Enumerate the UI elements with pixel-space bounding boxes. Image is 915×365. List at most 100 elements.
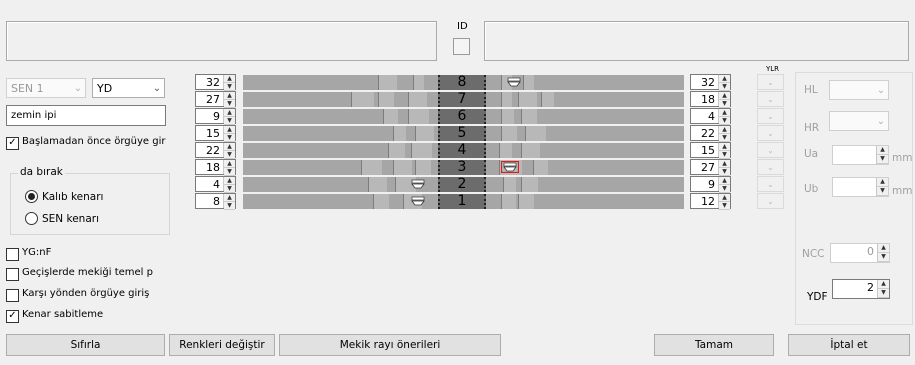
row-left-spin-buttons[interactable]: ▲▼: [223, 109, 235, 123]
row-right-spin-buttons[interactable]: ▲▼: [718, 92, 730, 106]
track-segment: [501, 92, 512, 107]
row-right-spin-buttons[interactable]: ▲▼: [718, 143, 730, 157]
track-row[interactable]: 3: [243, 160, 684, 175]
ylr-select[interactable]: ⌄: [757, 159, 784, 175]
tamam-button[interactable]: Tamam: [654, 334, 774, 356]
check-kenar-row[interactable]: ✓ Kenar sabitleme: [6, 309, 103, 323]
name-input[interactable]: zemin ipi: [6, 105, 166, 126]
row-right-spinner[interactable]: 32▲▼: [690, 74, 731, 90]
row-left-spinner[interactable]: 4▲▼: [195, 176, 236, 192]
row-left-spin-buttons[interactable]: ▲▼: [223, 160, 235, 174]
sifirla-button[interactable]: Sıfırla: [6, 334, 165, 356]
row-right-spinner[interactable]: 4▲▼: [690, 108, 731, 124]
ydf-spin-buttons[interactable]: ▲▼: [877, 280, 889, 298]
track-row[interactable]: 6: [243, 109, 684, 124]
carrier-marker-icon[interactable]: [409, 178, 427, 190]
hr-select[interactable]: ⌄: [829, 111, 889, 131]
ylr-select[interactable]: ⌄: [757, 74, 784, 90]
row-right-spin-buttons[interactable]: ▲▼: [718, 126, 730, 140]
radio-kalip-dot[interactable]: [25, 190, 38, 203]
ydf-spinner[interactable]: 2▲▼: [832, 279, 890, 299]
row-right-spin-buttons[interactable]: ▲▼: [718, 160, 730, 174]
check-gecis-box[interactable]: [6, 268, 19, 281]
ua-spin-buttons[interactable]: ▲▼: [876, 146, 888, 164]
ub-spin-buttons[interactable]: ▲▼: [876, 178, 888, 196]
row-left-spinner[interactable]: 22▲▼: [195, 142, 236, 158]
row-left-spin-buttons[interactable]: ▲▼: [223, 177, 235, 191]
row-right-spinner[interactable]: 27▲▼: [690, 159, 731, 175]
row-right-spinner[interactable]: 12▲▼: [690, 193, 731, 209]
check-gecis-row[interactable]: Geçişlerde mekiği temel p: [6, 267, 170, 281]
row-left-value: 22: [196, 143, 223, 157]
id-box[interactable]: [453, 38, 470, 55]
row-right-spinner[interactable]: 9▲▼: [690, 176, 731, 192]
iptal-button[interactable]: İptal et: [788, 334, 910, 356]
check-karsi-row[interactable]: Karşı yönden örgüye giriş: [6, 288, 170, 302]
ylr-select[interactable]: ⌄: [757, 193, 784, 209]
row-left-spinner[interactable]: 15▲▼: [195, 125, 236, 141]
track-row[interactable]: 2: [243, 177, 684, 192]
track-segment: [378, 75, 397, 90]
ylr-select[interactable]: ⌄: [757, 176, 784, 192]
track-row[interactable]: 1: [243, 194, 684, 209]
sen-select[interactable]: SEN 1 ⌄: [6, 78, 86, 98]
row-left-spin-buttons[interactable]: ▲▼: [223, 143, 235, 157]
check-start-row[interactable]: ✓ Başlamadan önce örgüye gir: [6, 136, 171, 150]
carrier-marker-icon[interactable]: [505, 76, 523, 88]
row-left-spin-buttons[interactable]: ▲▼: [223, 92, 235, 106]
track-segment: [388, 143, 405, 158]
row-left-spin-buttons[interactable]: ▲▼: [223, 126, 235, 140]
row-left-spin-buttons[interactable]: ▲▼: [223, 75, 235, 89]
row-left-spin-buttons[interactable]: ▲▼: [223, 194, 235, 208]
row-right-spin-buttons[interactable]: ▲▼: [718, 194, 730, 208]
ub-label: Ub: [804, 183, 818, 195]
row-right-spin-buttons[interactable]: ▲▼: [718, 177, 730, 191]
row-left-value: 32: [196, 75, 223, 89]
carrier-marker-selected-icon[interactable]: [501, 161, 519, 173]
row-right-value: 12: [691, 194, 718, 208]
radio-kalip[interactable]: Kalıb kenarı: [25, 190, 103, 203]
check-start-box[interactable]: ✓: [6, 137, 19, 150]
track-row[interactable]: 5: [243, 126, 684, 141]
radio-sen[interactable]: SEN kenarı: [25, 212, 99, 225]
renkler-button[interactable]: Renkleri değiştir: [169, 334, 275, 356]
ylr-select[interactable]: ⌄: [757, 125, 784, 141]
ylr-select[interactable]: ⌄: [757, 142, 784, 158]
radio-sen-dot[interactable]: [25, 212, 38, 225]
track-segment: [521, 177, 538, 192]
ub-spinner[interactable]: ▲▼: [832, 177, 889, 197]
check-ygnf-box[interactable]: [6, 248, 19, 261]
ua-spinner[interactable]: ▲▼: [832, 145, 889, 165]
row-right-spinner[interactable]: 18▲▼: [690, 91, 731, 107]
drop-groupbox: [10, 173, 170, 235]
check-karsi-box[interactable]: [6, 289, 19, 302]
row-left-spinner[interactable]: 18▲▼: [195, 159, 236, 175]
track-row[interactable]: 4: [243, 143, 684, 158]
row-left-value: 8: [196, 194, 223, 208]
row-left-spinner[interactable]: 32▲▼: [195, 74, 236, 90]
yd-select[interactable]: YD ⌄: [92, 78, 165, 98]
row-right-spinner[interactable]: 15▲▼: [690, 142, 731, 158]
track-row[interactable]: 8: [243, 75, 684, 90]
track-segment: [525, 126, 546, 141]
row-right-spin-buttons[interactable]: ▲▼: [718, 109, 730, 123]
check-ygnf-row[interactable]: YG:nF: [6, 247, 51, 261]
ylr-select[interactable]: ⌄: [757, 91, 784, 107]
mekik-button[interactable]: Mekik rayı önerileri: [279, 334, 501, 356]
row-left-spinner[interactable]: 9▲▼: [195, 108, 236, 124]
carrier-marker-icon[interactable]: [409, 195, 427, 207]
track-row[interactable]: 7: [243, 92, 684, 107]
row-left-spinner[interactable]: 27▲▼: [195, 91, 236, 107]
row-right-value: 9: [691, 177, 718, 191]
check-kenar-box[interactable]: ✓: [6, 310, 19, 323]
ylr-select[interactable]: ⌄: [757, 108, 784, 124]
track-segment: [518, 194, 534, 209]
ncc-spinner[interactable]: 0▲▼: [830, 243, 890, 263]
top-right-field[interactable]: [484, 21, 909, 61]
row-left-spinner[interactable]: 8▲▼: [195, 193, 236, 209]
top-left-field[interactable]: [6, 21, 437, 61]
ncc-spin-buttons[interactable]: ▲▼: [877, 244, 889, 262]
row-right-spin-buttons[interactable]: ▲▼: [718, 75, 730, 89]
row-right-spinner[interactable]: 22▲▼: [690, 125, 731, 141]
hl-select[interactable]: ⌄: [829, 80, 889, 100]
